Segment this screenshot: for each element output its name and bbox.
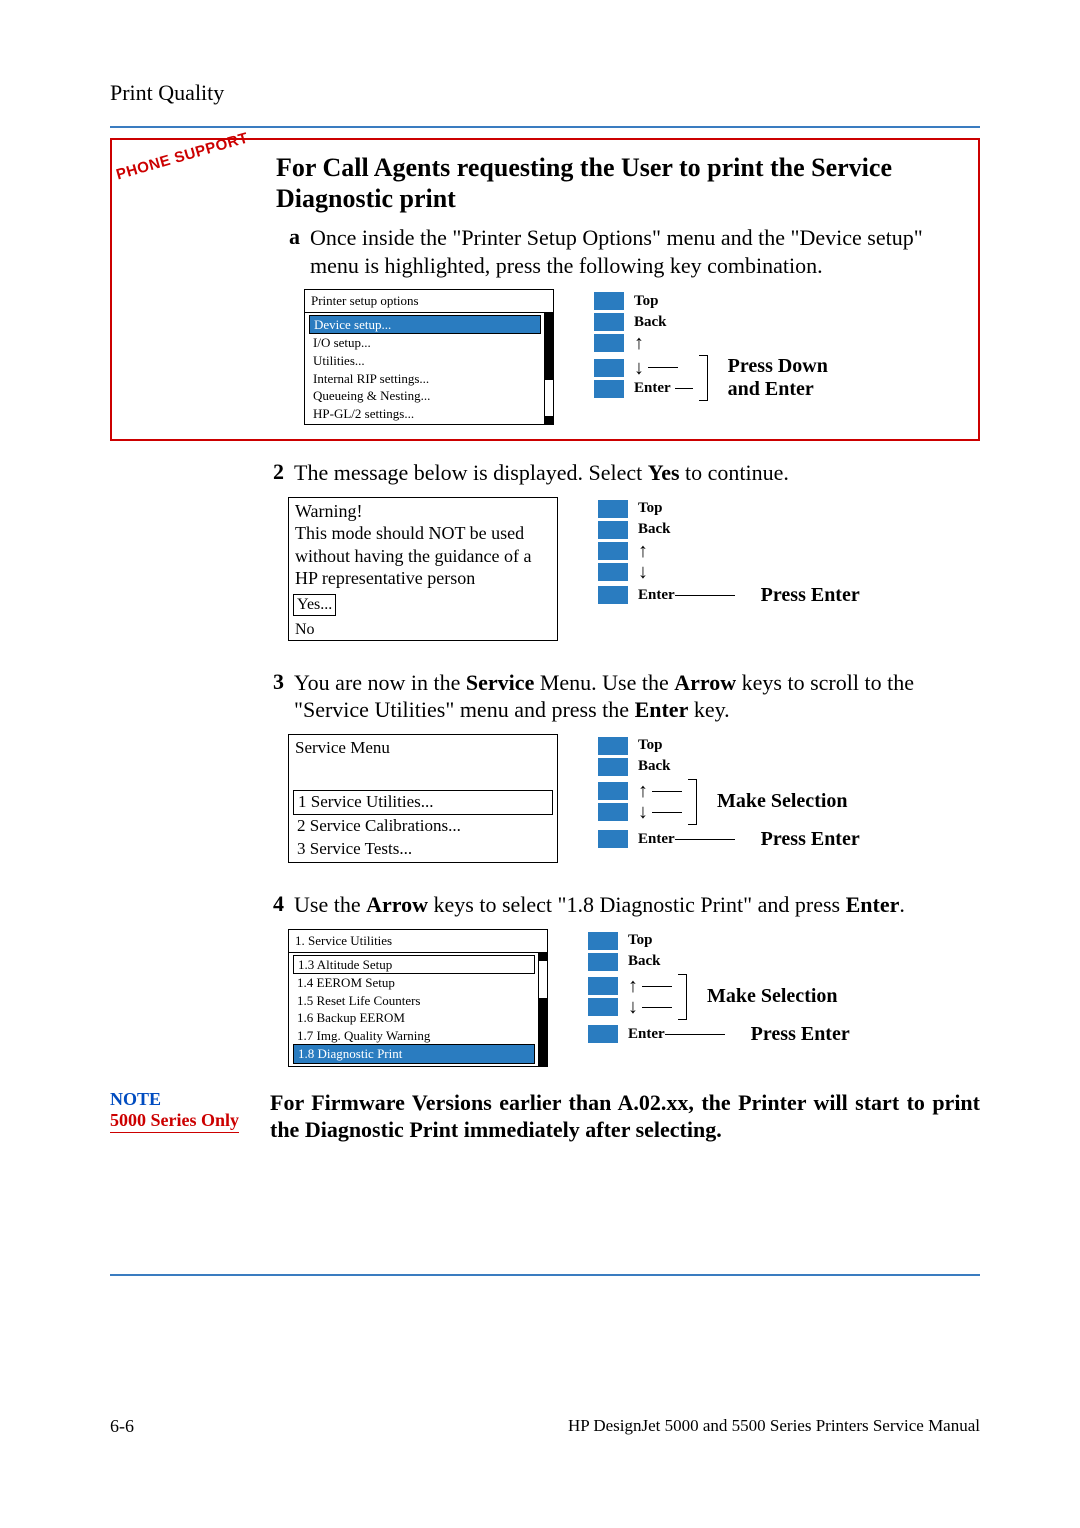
lcd-item: I/O setup...: [309, 335, 375, 350]
lcd-title: 1. Service Utilities: [289, 930, 547, 953]
top-button[interactable]: [598, 500, 628, 518]
down-button[interactable]: [588, 998, 618, 1016]
enter-button[interactable]: [594, 380, 624, 398]
box-title: For Call Agents requesting the User to p…: [276, 152, 964, 214]
button-legend: Top Back ↑ ↓ Make Selection Enter Press …: [588, 929, 850, 1049]
no-option: No: [295, 621, 315, 638]
lcd-item: 1.7 Img. Quality Warning: [293, 1028, 434, 1043]
lcd-item: 1.4 EEROM Setup: [293, 975, 399, 990]
down-arrow-icon: ↓: [634, 359, 644, 377]
enter-button[interactable]: [598, 586, 628, 604]
down-button[interactable]: [594, 359, 624, 377]
button-legend: Top Back ↑ ↓ Enter Press Downand Enter: [594, 289, 828, 401]
enter-button[interactable]: [598, 830, 628, 848]
step-3-num: 3: [260, 669, 294, 724]
top-label: Top: [634, 293, 658, 310]
lcd-item: HP-GL/2 settings...: [309, 406, 418, 421]
lcd-item: Utilities...: [309, 353, 369, 368]
lcd-item: Internal RIP settings...: [309, 371, 433, 386]
make-selection-callout: Make Selection: [717, 790, 848, 813]
lcd-item: 1.5 Reset Life Counters: [293, 993, 424, 1008]
step-a-text: Once inside the "Printer Setup Options" …: [310, 224, 964, 279]
press-down-enter-callout: Press Downand Enter: [728, 355, 828, 401]
lcd-title: Service Menu: [289, 735, 557, 788]
back-button[interactable]: [598, 521, 628, 539]
step-2-text: The message below is displayed. Select Y…: [294, 459, 980, 487]
down-button[interactable]: [598, 563, 628, 581]
lcd-item: 1.3 Altitude Setup: [293, 955, 535, 975]
divider-bottom: [110, 1274, 980, 1276]
up-button[interactable]: [588, 977, 618, 995]
back-button[interactable]: [594, 313, 624, 331]
note-series: 5000 Series Only: [110, 1110, 239, 1133]
note-body: For Firmware Versions earlier than A.02.…: [270, 1089, 980, 1144]
page-footer: 6-6 HP DesignJet 5000 and 5500 Series Pr…: [110, 1416, 980, 1437]
back-button[interactable]: [598, 758, 628, 776]
yes-option: Yes...: [293, 594, 336, 616]
note-block: NOTE 5000 Series Only For Firmware Versi…: [110, 1089, 980, 1144]
step-a-num: a: [276, 224, 310, 279]
page-number: 6-6: [110, 1416, 134, 1437]
warning-text: Warning! This mode should NOT be used wi…: [289, 498, 557, 592]
back-button[interactable]: [588, 953, 618, 971]
step-4-num: 4: [260, 891, 294, 919]
lcd-service-utilities: 1. Service Utilities 1.3 Altitude Setup …: [288, 929, 548, 1067]
phone-support-box: PHONE SUPPORT For Call Agents requesting…: [110, 138, 980, 441]
top-button[interactable]: [594, 292, 624, 310]
note-label: NOTE: [110, 1089, 270, 1110]
make-selection-callout: Make Selection: [707, 985, 838, 1008]
lcd-warning: Warning! This mode should NOT be used wi…: [288, 497, 558, 641]
enter-button[interactable]: [588, 1025, 618, 1043]
lcd-item: Queueing & Nesting...: [309, 388, 434, 403]
lcd-item: 1.6 Backup EEROM: [293, 1010, 409, 1025]
back-label: Back: [634, 314, 667, 331]
press-enter-callout: Press Enter: [761, 828, 860, 851]
step-4-text: Use the Arrow keys to select "1.8 Diagno…: [294, 891, 980, 919]
lcd-item: 3 Service Tests...: [293, 839, 416, 858]
top-button[interactable]: [588, 932, 618, 950]
up-button[interactable]: [598, 542, 628, 560]
lcd-item: 1.8 Diagnostic Print: [293, 1044, 535, 1064]
down-button[interactable]: [598, 803, 628, 821]
top-button[interactable]: [598, 737, 628, 755]
page-header: Print Quality: [110, 80, 980, 106]
phone-support-stamp: PHONE SUPPORT: [114, 130, 250, 184]
lcd-service-menu: Service Menu 1 Service Utilities... 2 Se…: [288, 734, 558, 864]
lcd-item: 1 Service Utilities...: [293, 790, 553, 815]
press-enter-callout: Press Enter: [761, 584, 860, 607]
up-button[interactable]: [594, 334, 624, 352]
up-arrow-icon: ↑: [634, 334, 644, 352]
up-button[interactable]: [598, 782, 628, 800]
lcd-item: 2 Service Calibrations...: [293, 816, 465, 835]
divider-top: [110, 126, 980, 128]
lcd-item: Device setup...: [309, 315, 541, 335]
lcd-title: Printer setup options: [305, 290, 553, 313]
lcd-printer-setup: Printer setup options Device setup... I/…: [304, 289, 554, 425]
button-legend: Top Back ↑ ↓ Enter Press Enter: [598, 497, 860, 610]
page: Print Quality PHONE SUPPORT For Call Age…: [0, 0, 1080, 1497]
step-3-text: You are now in the Service Menu. Use the…: [294, 669, 980, 724]
button-legend: Top Back ↑ ↓ Make Selection Enter Press …: [598, 734, 860, 854]
enter-label: Enter: [634, 380, 671, 397]
footer-title: HP DesignJet 5000 and 5500 Series Printe…: [568, 1416, 980, 1437]
step-2-num: 2: [260, 459, 294, 487]
press-enter-callout: Press Enter: [751, 1023, 850, 1046]
